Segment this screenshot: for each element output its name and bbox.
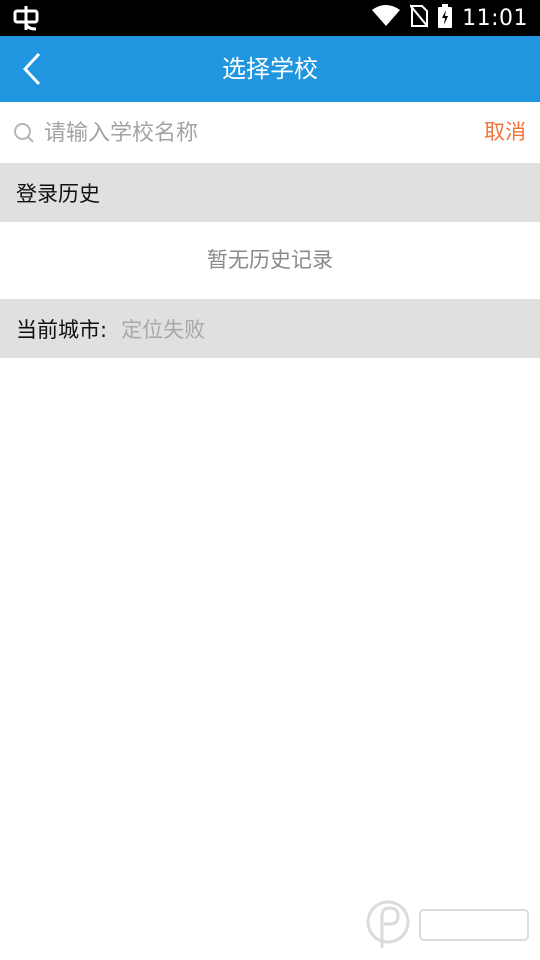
search-bar: 取消	[0, 102, 540, 163]
cancel-button[interactable]: 取消	[484, 102, 526, 163]
battery-charging-icon	[438, 4, 453, 32]
login-history-header: 登录历史	[0, 163, 540, 222]
back-button[interactable]	[12, 49, 52, 89]
no-sim-icon	[409, 4, 429, 32]
search-icon	[13, 122, 35, 144]
current-city-label: 当前城市:	[16, 317, 108, 342]
status-time: 11:01	[462, 5, 528, 31]
login-history-label: 登录历史	[16, 181, 100, 206]
status-bar: 11:01	[0, 0, 540, 36]
current-city-row[interactable]: 当前城市: 定位失败	[0, 299, 540, 358]
school-search-input[interactable]	[44, 112, 464, 154]
current-city-value: 定位失败	[121, 317, 206, 342]
wifi-icon	[372, 5, 401, 31]
watermark-logo	[364, 896, 534, 956]
app-notification-icon	[12, 4, 40, 32]
page-title: 选择学校	[222, 55, 318, 83]
empty-history-message: 暂无历史记录	[0, 222, 540, 299]
back-chevron-icon	[22, 52, 41, 86]
app-bar: 选择学校	[0, 36, 540, 102]
